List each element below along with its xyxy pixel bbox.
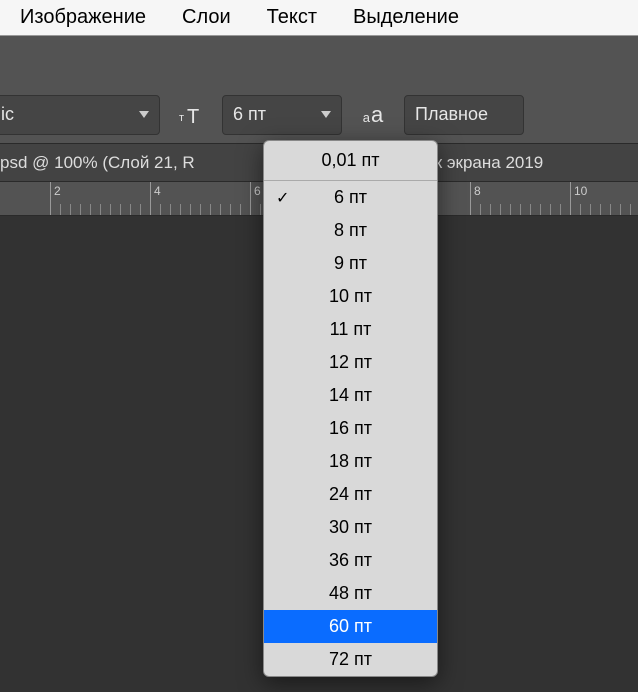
font-size-option-label: 10 пт <box>264 286 437 307</box>
svg-text:т: т <box>179 112 184 124</box>
font-size-value: 6 пт <box>233 104 266 125</box>
font-size-option-label: 36 пт <box>264 550 437 571</box>
font-size-option[interactable]: 10 пт <box>264 280 437 313</box>
menu-item-image[interactable]: Изображение <box>20 6 146 29</box>
antialias-value: Плавное <box>415 104 488 125</box>
font-size-option[interactable]: 11 пт <box>264 313 437 346</box>
document-tab-left[interactable]: psd @ 100% (Слой 21, R <box>0 153 195 173</box>
font-size-menu-list: ✓6 пт 8 пт 9 пт 10 пт 11 пт 12 пт 14 пт 16 пт 18… <box>264 181 437 676</box>
toolbar-gap <box>0 36 638 86</box>
ruler-tick <box>250 182 251 215</box>
ruler-label: 2 <box>54 184 61 198</box>
font-size-option-label: 9 пт <box>264 253 437 274</box>
font-size-option[interactable]: 12 пт <box>264 346 437 379</box>
font-size-option[interactable]: 18 пт <box>264 445 437 478</box>
svg-text:T: T <box>187 106 199 127</box>
ruler-label: 8 <box>474 184 481 198</box>
font-size-option[interactable]: 60 пт <box>264 610 437 643</box>
font-size-option-label: 6 пт <box>264 187 437 208</box>
antialias-icon: aa <box>356 102 390 128</box>
ruler-label: 4 <box>154 184 161 198</box>
font-size-option[interactable]: 30 пт <box>264 511 437 544</box>
antialias-dropdown[interactable]: Плавное <box>404 95 524 135</box>
font-size-option-label: 24 пт <box>264 484 437 505</box>
font-size-option-label: 18 пт <box>264 451 437 472</box>
font-size-dropdown[interactable]: 6 пт <box>222 95 342 135</box>
font-size-option-label: 16 пт <box>264 418 437 439</box>
font-size-option-label: 11 пт <box>264 319 437 340</box>
ruler-tick <box>470 182 471 215</box>
ruler-tick <box>50 182 51 215</box>
menu-item-text[interactable]: Текст <box>267 6 317 29</box>
ruler-tick <box>570 182 571 215</box>
ruler-tick <box>150 182 151 215</box>
font-size-option-label: 30 пт <box>264 517 437 538</box>
font-size-option[interactable]: 9 пт <box>264 247 437 280</box>
font-size-option[interactable]: 24 пт <box>264 478 437 511</box>
font-size-option-label: 14 пт <box>264 385 437 406</box>
font-size-option[interactable]: 8 пт <box>264 214 437 247</box>
font-size-option-label: 12 пт <box>264 352 437 373</box>
font-style-dropdown[interactable]: ic <box>0 95 160 135</box>
font-size-option[interactable]: 36 пт <box>264 544 437 577</box>
font-style-value: ic <box>1 104 14 125</box>
ruler-label: 10 <box>574 184 587 198</box>
text-options-toolbar: ic тT 6 пт aa Плавное <box>0 86 638 144</box>
menu-item-layers[interactable]: Слои <box>182 6 231 29</box>
font-size-option[interactable]: 14 пт <box>264 379 437 412</box>
menubar: Изображение Слои Текст Выделение <box>0 0 638 36</box>
chevron-down-icon <box>321 111 331 118</box>
font-size-option-label: 8 пт <box>264 220 437 241</box>
font-size-option[interactable]: 48 пт <box>264 577 437 610</box>
font-size-option-label: 72 пт <box>264 649 437 670</box>
chevron-down-icon <box>139 111 149 118</box>
font-size-option-label: 60 пт <box>264 616 437 637</box>
font-size-icon: тT <box>174 103 208 127</box>
font-size-menu-header[interactable]: 0,01 пт <box>264 141 437 181</box>
font-size-option-label: 48 пт <box>264 583 437 604</box>
check-icon: ✓ <box>276 188 289 208</box>
ruler-label: 6 <box>254 184 261 198</box>
font-size-option[interactable]: 16 пт <box>264 412 437 445</box>
font-size-menu: 0,01 пт ✓6 пт 8 пт 9 пт 10 пт 11 пт 12 пт 14 п… <box>263 140 438 677</box>
font-size-option[interactable]: ✓6 пт <box>264 181 437 214</box>
menu-item-selection[interactable]: Выделение <box>353 6 459 29</box>
font-size-option[interactable]: 72 пт <box>264 643 437 676</box>
